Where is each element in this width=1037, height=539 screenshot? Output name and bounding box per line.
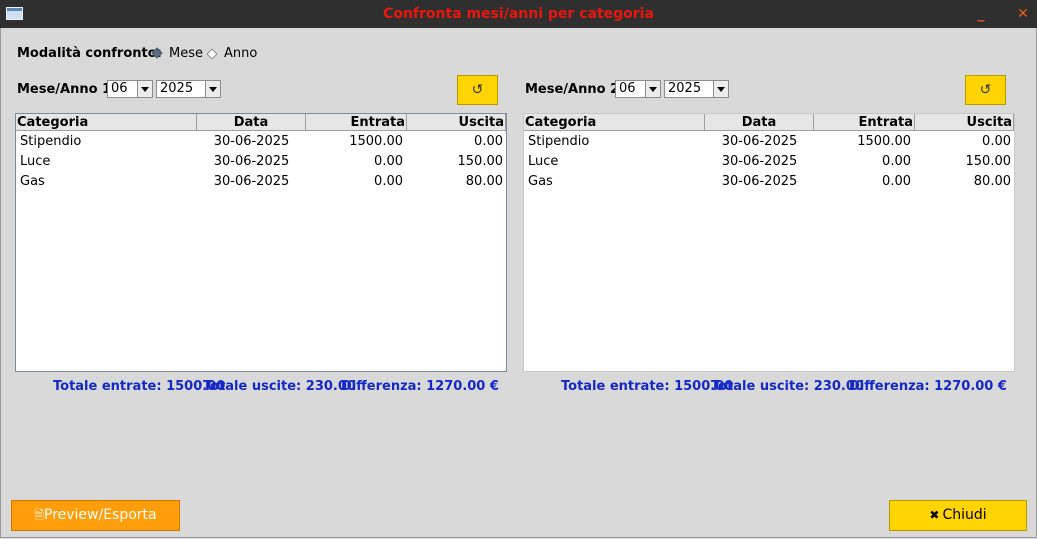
col-entrata[interactable]: Entrata — [814, 114, 915, 131]
cell-data: 30-06-2025 — [721, 174, 798, 189]
panel2-year-value: 2025 — [668, 81, 702, 96]
panel1-month-value: 06 — [111, 81, 128, 96]
radio-anno-label[interactable]: Anno — [224, 46, 257, 61]
panel2-table[interactable]: Categoria Data Entrata Uscita Stipendio … — [523, 113, 1015, 372]
preview-export-button[interactable]: 🗎Preview/Esporta — [11, 500, 180, 531]
col-entrata[interactable]: Entrata — [306, 114, 407, 131]
cell-uscita: 0.00 — [982, 134, 1011, 149]
refresh-icon: ↺ — [471, 82, 484, 98]
document-icon: 🗎 — [34, 508, 44, 522]
cell-entrata: 0.00 — [374, 154, 403, 169]
col-categoria[interactable]: Categoria — [524, 114, 705, 131]
chiudi-label: Chiudi — [942, 507, 987, 523]
cell-data: 30-06-2025 — [213, 154, 290, 169]
col-categoria[interactable]: Categoria — [16, 114, 197, 131]
minimize-button[interactable]: _ — [970, 0, 992, 28]
chevron-down-icon[interactable] — [205, 81, 220, 97]
chiudi-button[interactable]: ✖ Chiudi — [889, 500, 1027, 531]
panel1-refresh-button[interactable]: ↺ — [457, 75, 498, 105]
cell-categoria: Luce — [20, 154, 51, 169]
panel1-differenza: Differenza: 1270.00 € — [341, 379, 499, 394]
cell-entrata: 0.00 — [374, 174, 403, 189]
cell-entrata: 1500.00 — [857, 134, 911, 149]
panel1-total-entrate: Totale entrate: 1500.00 — [53, 379, 226, 394]
cell-categoria: Stipendio — [528, 134, 590, 149]
panel2-year-select[interactable]: 2025 — [664, 80, 729, 98]
col-data[interactable]: Data — [197, 114, 306, 131]
panel1-label: Mese/Anno 1 — [17, 82, 112, 97]
radio-mese-label[interactable]: Mese — [169, 46, 203, 61]
panel2-month-select[interactable]: 06 — [615, 80, 661, 98]
title-bar[interactable]: Confronta mesi/anni per categoria _ ✕ — [0, 0, 1037, 28]
col-data[interactable]: Data — [705, 114, 814, 131]
cell-categoria: Gas — [528, 174, 553, 189]
panel2-differenza: Differenza: 1270.00 € — [849, 379, 1007, 394]
panel2-month-value: 06 — [619, 81, 636, 96]
chevron-down-icon[interactable] — [645, 81, 660, 97]
cell-data: 30-06-2025 — [213, 174, 290, 189]
table-header: Categoria Data Entrata Uscita — [524, 114, 1014, 131]
cell-entrata: 0.00 — [882, 154, 911, 169]
preview-export-label: Preview/Esporta — [44, 507, 157, 523]
panel1-year-select[interactable]: 2025 — [156, 80, 221, 98]
cell-uscita: 80.00 — [973, 174, 1011, 189]
close-icon: ✖ — [929, 508, 940, 522]
panel2-total-uscite: Totale uscite: 230.00 — [711, 379, 864, 394]
window-title: Confronta mesi/anni per categoria — [383, 6, 654, 22]
chevron-down-icon[interactable] — [713, 81, 728, 97]
cell-categoria: Luce — [528, 154, 559, 169]
cell-categoria: Stipendio — [20, 134, 82, 149]
panel1-table[interactable]: Categoria Data Entrata Uscita Stipendio … — [15, 113, 507, 372]
cell-entrata: 0.00 — [882, 174, 911, 189]
refresh-icon: ↺ — [979, 82, 992, 98]
cell-uscita: 150.00 — [965, 154, 1012, 169]
col-uscita[interactable]: Uscita — [407, 114, 506, 131]
cell-uscita: 80.00 — [465, 174, 503, 189]
mode-label: Modalità confronto: — [17, 46, 162, 61]
panel1-month-select[interactable]: 06 — [107, 80, 153, 98]
radio-anno[interactable] — [206, 48, 218, 60]
cell-categoria: Gas — [20, 174, 45, 189]
panel1-year-value: 2025 — [160, 81, 194, 96]
panel2-total-entrate: Totale entrate: 1500.00 — [561, 379, 734, 394]
table-header: Categoria Data Entrata Uscita — [16, 114, 506, 131]
panel1-total-uscite: Totale uscite: 230.00 — [203, 379, 356, 394]
panel2-label: Mese/Anno 2 — [525, 82, 620, 97]
chevron-down-icon[interactable] — [137, 81, 152, 97]
cell-entrata: 1500.00 — [349, 134, 403, 149]
cell-data: 30-06-2025 — [721, 134, 798, 149]
cell-uscita: 150.00 — [457, 154, 504, 169]
cell-data: 30-06-2025 — [213, 134, 290, 149]
panel2-refresh-button[interactable]: ↺ — [965, 75, 1006, 105]
cell-data: 30-06-2025 — [721, 154, 798, 169]
col-uscita[interactable]: Uscita — [915, 114, 1014, 131]
close-window-button[interactable]: ✕ — [1012, 0, 1034, 28]
cell-uscita: 0.00 — [474, 134, 503, 149]
